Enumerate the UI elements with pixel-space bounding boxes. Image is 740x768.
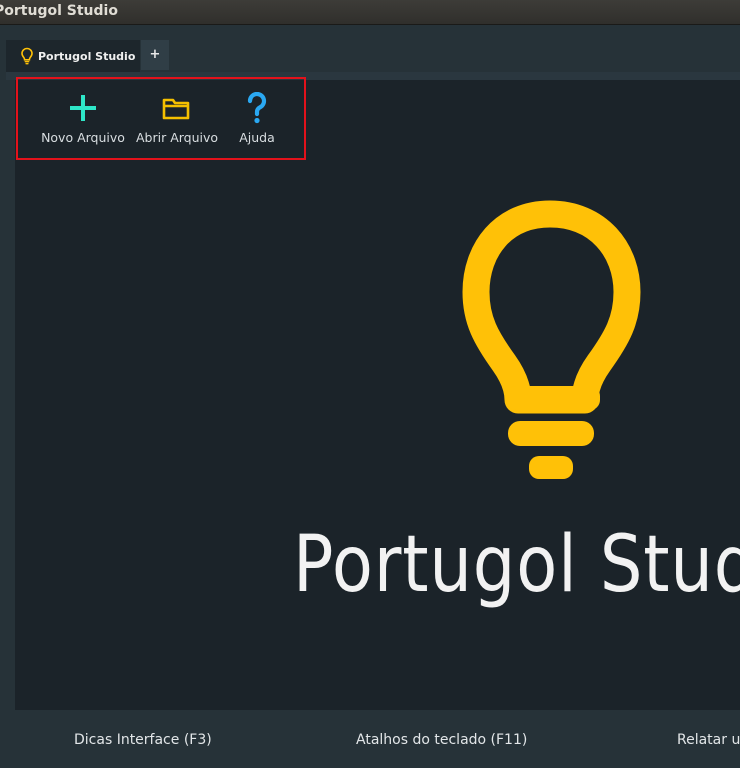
new-file-label: Novo Arquivo <box>41 130 125 145</box>
keyboard-shortcuts-link[interactable]: Atalhos do teclado (F11) <box>356 732 527 748</box>
status-bar: Dicas Interface (F3) Atalhos do teclado … <box>0 710 740 768</box>
quick-actions-toolbar: Novo Arquivo Abrir Arquivo Ajuda <box>16 77 306 160</box>
tab-label: Portugol Studio <box>38 49 136 63</box>
panel-left-border <box>6 80 15 710</box>
tab-bar: Portugol Studio + <box>0 25 740 72</box>
tab-portugol-studio[interactable]: Portugol Studio <box>6 40 140 72</box>
interface-tips-link[interactable]: Dicas Interface (F3) <box>74 732 212 748</box>
open-file-button[interactable]: Abrir Arquivo <box>136 93 219 145</box>
lightbulb-icon <box>20 47 34 65</box>
app-window: Portugol Studio Portugol Studio + Novo A… <box>0 0 740 768</box>
window-title: Portugol Studio <box>0 3 118 19</box>
open-file-label: Abrir Arquivo <box>136 130 219 145</box>
add-tab-button[interactable]: + <box>141 40 169 70</box>
title-bar: Portugol Studio <box>0 0 740 25</box>
help-label: Ajuda <box>239 130 275 145</box>
question-icon <box>246 91 268 127</box>
folder-icon <box>162 96 190 123</box>
plus-icon <box>68 93 98 126</box>
help-button[interactable]: Ajuda <box>232 91 282 145</box>
new-file-button[interactable]: Novo Arquivo <box>28 93 138 145</box>
report-bug-link[interactable]: Relatar um bug <box>677 732 740 748</box>
lightbulb-logo <box>462 200 642 489</box>
brand-title: Portugol Studio <box>293 520 740 610</box>
